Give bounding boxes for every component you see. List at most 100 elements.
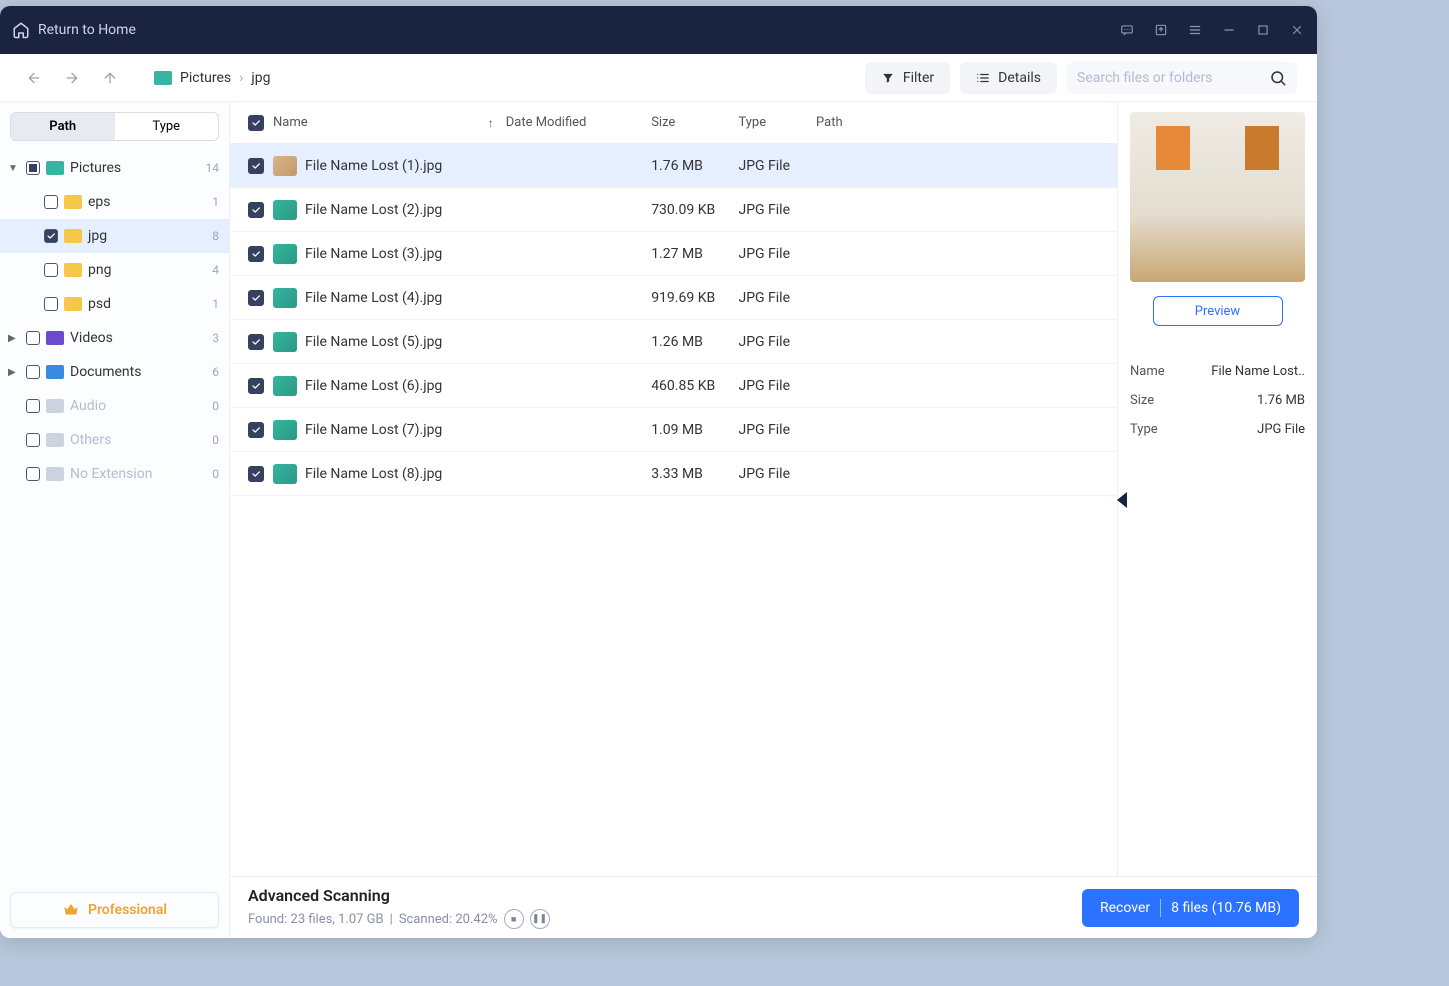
- row-checkbox[interactable]: [248, 422, 264, 438]
- minimize-icon[interactable]: [1221, 22, 1237, 38]
- nav-forward-button[interactable]: [58, 64, 86, 92]
- stop-scan-button[interactable]: ■: [504, 909, 524, 929]
- update-icon[interactable]: [1153, 22, 1169, 38]
- search-input[interactable]: [1077, 70, 1269, 86]
- header-name[interactable]: Name: [273, 115, 308, 130]
- tree-checkbox[interactable]: [44, 297, 58, 311]
- header-type[interactable]: Type: [738, 115, 816, 130]
- collapse-preview-icon[interactable]: [1117, 492, 1127, 508]
- header-size[interactable]: Size: [651, 115, 738, 130]
- table-row[interactable]: File Name Lost (8).jpg3.33 MBJPG File: [230, 452, 1117, 496]
- footer: Advanced Scanning Found: 23 files, 1.07 …: [230, 876, 1317, 938]
- header-path[interactable]: Path: [816, 115, 1107, 130]
- tree-count: 1: [212, 195, 219, 209]
- sidebar-item-psd[interactable]: psd1: [0, 287, 229, 321]
- tree-checkbox[interactable]: [44, 195, 58, 209]
- table-row[interactable]: File Name Lost (3).jpg1.27 MBJPG File: [230, 232, 1117, 276]
- sidebar-item-pictures[interactable]: ▼Pictures14: [0, 151, 229, 185]
- row-checkbox[interactable]: [248, 246, 264, 262]
- breadcrumb-current[interactable]: jpg: [251, 70, 270, 86]
- tree-checkbox[interactable]: [44, 229, 58, 243]
- preview-name-value: File Name Lost..: [1211, 364, 1305, 379]
- search-box[interactable]: [1067, 62, 1297, 94]
- tree-checkbox[interactable]: [26, 331, 40, 345]
- sidebar-item-eps[interactable]: eps1: [0, 185, 229, 219]
- row-checkbox[interactable]: [248, 378, 264, 394]
- image-file-icon: [273, 288, 297, 308]
- image-file-icon: [273, 200, 297, 220]
- sort-arrow-icon[interactable]: ↑: [488, 116, 494, 130]
- row-checkbox[interactable]: [248, 158, 264, 174]
- sidebar-item-others[interactable]: Others0: [0, 423, 229, 457]
- table-row[interactable]: File Name Lost (4).jpg919.69 KBJPG File: [230, 276, 1117, 320]
- tree-label: Documents: [70, 364, 206, 380]
- sidebar-item-videos[interactable]: ▶ Videos 3: [0, 321, 229, 355]
- image-file-icon: [273, 156, 297, 176]
- nav-up-button[interactable]: [96, 64, 124, 92]
- image-file-icon: [273, 244, 297, 264]
- header-date[interactable]: Date Modified: [506, 115, 651, 130]
- image-file-icon: [273, 464, 297, 484]
- file-name: File Name Lost (5).jpg: [305, 334, 442, 350]
- preview-button[interactable]: Preview: [1153, 296, 1283, 326]
- recover-button[interactable]: Recover 8 files (10.76 MB): [1082, 889, 1299, 927]
- table-row[interactable]: File Name Lost (6).jpg460.85 KBJPG File: [230, 364, 1117, 408]
- tree-count: 0: [212, 433, 219, 447]
- nav-back-button[interactable]: [20, 64, 48, 92]
- scan-progress-text: Scanned: 20.42%: [399, 912, 498, 927]
- table-header: Name ↑ Date Modified Size Type Path: [230, 102, 1117, 144]
- return-home-button[interactable]: Return to Home: [12, 21, 136, 39]
- select-all-checkbox[interactable]: [248, 115, 264, 131]
- tree-checkbox[interactable]: [26, 365, 40, 379]
- preview-pane: Preview NameFile Name Lost.. Size1.76 MB…: [1117, 102, 1317, 876]
- feedback-icon[interactable]: [1119, 22, 1135, 38]
- breadcrumb-root[interactable]: Pictures: [180, 70, 231, 86]
- caret-icon: ▼: [8, 163, 20, 174]
- list-icon: [976, 71, 990, 85]
- close-icon[interactable]: [1289, 22, 1305, 38]
- details-button[interactable]: Details: [960, 62, 1057, 94]
- crown-icon: [62, 901, 80, 919]
- tree-checkbox[interactable]: [26, 433, 40, 447]
- tree-label: Videos: [70, 330, 206, 346]
- filter-button[interactable]: Filter: [865, 62, 950, 94]
- tab-path[interactable]: Path: [11, 113, 115, 140]
- row-checkbox[interactable]: [248, 334, 264, 350]
- tree-count: 3: [212, 331, 219, 345]
- row-checkbox[interactable]: [248, 466, 264, 482]
- sidebar-item-jpg[interactable]: jpg8: [0, 219, 229, 253]
- sidebar-item-png[interactable]: png4: [0, 253, 229, 287]
- chevron-right-icon: ›: [239, 70, 243, 86]
- file-size: 919.69 KB: [651, 290, 738, 306]
- folder-icon: [64, 263, 82, 277]
- scan-found-text: Found: 23 files, 1.07 GB: [248, 912, 384, 927]
- table-row[interactable]: File Name Lost (5).jpg1.26 MBJPG File: [230, 320, 1117, 364]
- sidebar-item-audio[interactable]: Audio0: [0, 389, 229, 423]
- table-row[interactable]: File Name Lost (1).jpg1.76 MBJPG File: [230, 144, 1117, 188]
- row-checkbox[interactable]: [248, 290, 264, 306]
- tab-type[interactable]: Type: [115, 113, 219, 140]
- caret-icon: ▶: [8, 333, 20, 344]
- tree-count: 14: [206, 161, 220, 175]
- tree-count: 4: [212, 263, 219, 277]
- sidebar-item-documents[interactable]: ▶Documents6: [0, 355, 229, 389]
- file-name: File Name Lost (6).jpg: [305, 378, 442, 394]
- table-row[interactable]: File Name Lost (7).jpg1.09 MBJPG File: [230, 408, 1117, 452]
- tree-label: jpg: [88, 228, 206, 244]
- pause-scan-button[interactable]: ❚❚: [530, 909, 550, 929]
- maximize-icon[interactable]: [1255, 22, 1271, 38]
- menu-icon[interactable]: [1187, 22, 1203, 38]
- tree-checkbox[interactable]: [26, 467, 40, 481]
- breadcrumb: Pictures › jpg: [154, 70, 270, 86]
- tree-checkbox[interactable]: [26, 399, 40, 413]
- folder-icon: [46, 433, 64, 447]
- table-row[interactable]: File Name Lost (2).jpg730.09 KBJPG File: [230, 188, 1117, 232]
- tree-checkbox[interactable]: [44, 263, 58, 277]
- file-size: 1.09 MB: [651, 422, 738, 438]
- professional-button[interactable]: Professional: [10, 892, 219, 928]
- preview-size-value: 1.76 MB: [1257, 393, 1305, 408]
- tree-checkbox[interactable]: [26, 161, 40, 175]
- sidebar-item-no-extension[interactable]: No Extension0: [0, 457, 229, 491]
- file-size: 460.85 KB: [651, 378, 738, 394]
- row-checkbox[interactable]: [248, 202, 264, 218]
